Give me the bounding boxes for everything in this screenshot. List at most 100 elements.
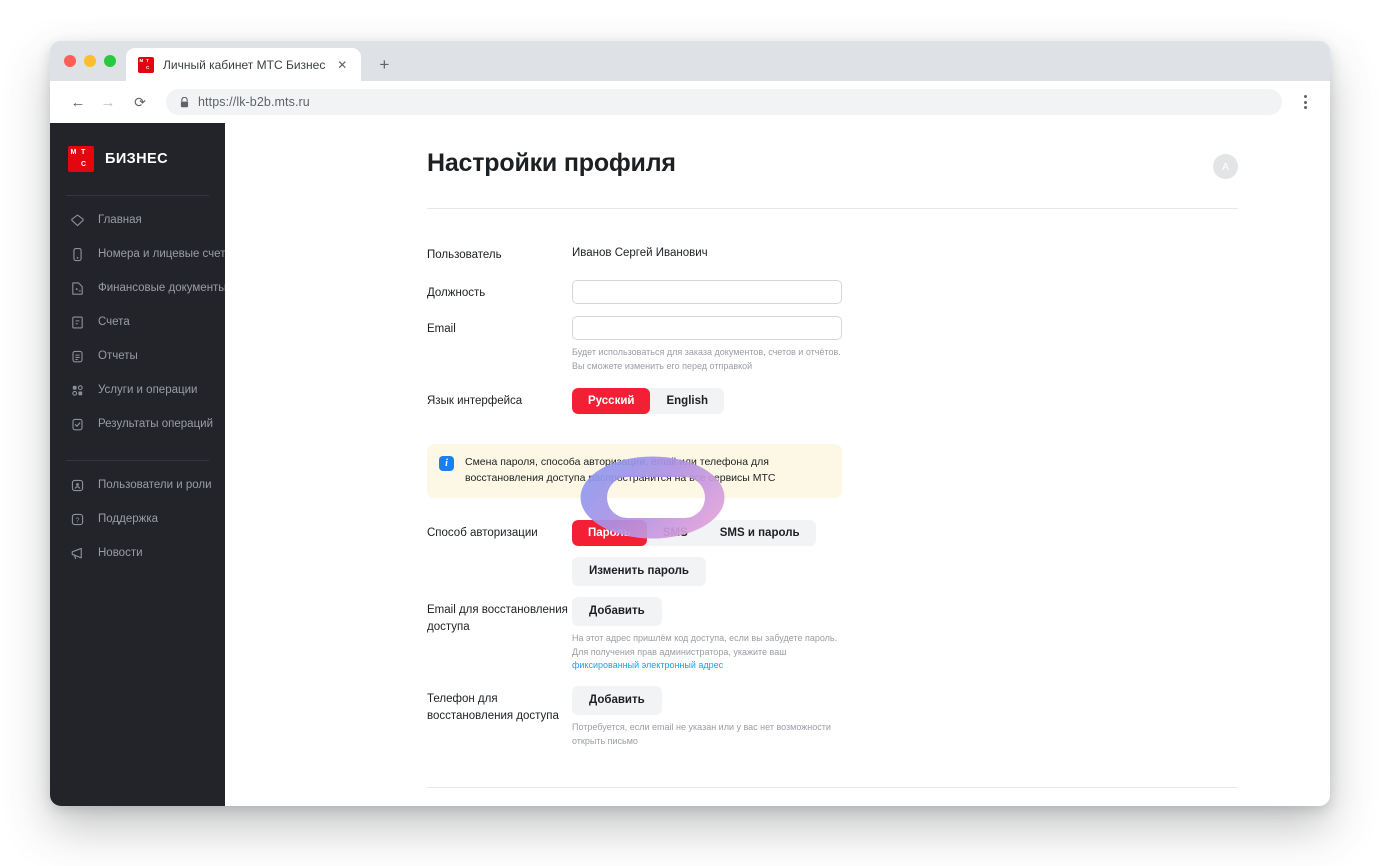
auth-option-password[interactable]: Пароль xyxy=(572,520,647,547)
back-icon[interactable]: ← xyxy=(64,88,92,116)
browser-window: М Т С Личный кабинет МТС Бизнес ✕ + ← → … xyxy=(50,41,1330,806)
document-icon xyxy=(69,280,85,296)
form-row-user: Пользователь Иванов Сергей Иванович xyxy=(427,242,1224,264)
browser-toolbar: ← → ⟳ https://lk-b2b.mts.ru xyxy=(50,81,1330,123)
sidebar-item-label: Поддержка xyxy=(98,513,158,525)
fixed-email-link[interactable]: фиксированный электронный адрес xyxy=(572,660,723,670)
form-row-email: Email Будет использоваться для заказа до… xyxy=(427,316,1224,374)
tab-strip: М Т С Личный кабинет МТС Бизнес ✕ + xyxy=(50,41,1330,81)
security-form: Способ авторизации Пароль SMS SMS и паро… xyxy=(257,498,1224,749)
report-icon xyxy=(69,348,85,364)
form-row-language: Язык интерфейса Русский English xyxy=(427,388,1224,415)
kebab-menu-icon[interactable] xyxy=(1292,89,1318,115)
auth-method-segmented-control: Пароль SMS SMS и пароль xyxy=(572,520,816,547)
megaphone-icon xyxy=(69,545,85,561)
user-value: Иванов Сергей Иванович xyxy=(572,242,1224,259)
add-recovery-phone-button[interactable]: Добавить xyxy=(572,686,662,715)
change-password-button[interactable]: Изменить пароль xyxy=(572,557,706,586)
form-row-recovery-phone: Телефон для восстановления доступа Добав… xyxy=(427,686,1224,749)
home-icon xyxy=(69,212,85,228)
profile-form: Пользователь Иванов Сергей Иванович Долж… xyxy=(257,209,1224,414)
email-input[interactable] xyxy=(572,316,842,340)
avatar[interactable]: A xyxy=(1213,154,1238,179)
sidebar: М Т С БИЗНЕС Главная xyxy=(50,123,225,806)
svg-text:?: ? xyxy=(75,517,79,524)
language-segmented-control: Русский English xyxy=(572,388,724,415)
sidebar-item-services-operations[interactable]: Услуги и операции xyxy=(50,373,225,407)
invoice-icon xyxy=(69,314,85,330)
sidebar-item-reports[interactable]: Отчеты xyxy=(50,339,225,373)
mts-logo-icon: М Т С xyxy=(68,146,94,172)
sidebar-item-numbers-accounts[interactable]: Номера и лицевые счета xyxy=(50,237,225,271)
sidebar-item-label: Услуги и операции xyxy=(98,384,197,396)
page-title: Настройки профиля xyxy=(257,149,676,178)
user-label: Пользователь xyxy=(427,242,572,264)
brand-name: БИЗНЕС xyxy=(105,151,168,167)
grid-icon xyxy=(69,382,85,398)
info-banner: i Смена пароля, способа авторизации, ema… xyxy=(427,444,842,498)
recovery-email-hint: На этот адрес пришлём код доступа, если … xyxy=(572,632,854,674)
sidebar-item-support[interactable]: ? Поддержка xyxy=(50,502,225,536)
info-banner-text: Смена пароля, способа авторизации, email… xyxy=(465,455,828,487)
forward-icon[interactable]: → xyxy=(94,88,122,116)
reload-icon[interactable]: ⟳ xyxy=(126,88,154,116)
auth-method-label: Способ авторизации xyxy=(427,520,572,542)
sidebar-item-label: Новости xyxy=(98,547,143,559)
position-label: Должность xyxy=(427,280,572,302)
sidebar-item-operation-results[interactable]: Результаты операций xyxy=(50,407,225,441)
language-option-english[interactable]: English xyxy=(650,388,724,415)
close-window-button[interactable] xyxy=(64,55,76,67)
form-row-auth-method: Способ авторизации Пароль SMS SMS и паро… xyxy=(427,520,1224,547)
window-traffic-lights xyxy=(62,41,126,81)
language-option-russian[interactable]: Русский xyxy=(572,388,650,415)
recovery-email-hint-text: На этот адрес пришлём код доступа, если … xyxy=(572,633,837,657)
add-recovery-email-button[interactable]: Добавить xyxy=(572,597,662,626)
form-row-position: Должность xyxy=(427,280,1224,304)
email-label: Email xyxy=(427,316,572,338)
sidebar-item-label: Пользователи и роли xyxy=(98,479,212,491)
recovery-email-label: Email для восстановления доступа xyxy=(427,597,572,635)
sidebar-item-financial-documents[interactable]: Финансовые документы xyxy=(50,271,225,305)
phone-icon xyxy=(69,246,85,262)
sidebar-item-users-roles[interactable]: Пользователи и роли xyxy=(50,468,225,502)
page-header: Настройки профиля A xyxy=(257,149,1224,179)
help-icon: ? xyxy=(69,511,85,527)
sidebar-item-news[interactable]: Новости xyxy=(50,536,225,570)
recovery-phone-label: Телефон для восстановления доступа xyxy=(427,686,572,724)
sidebar-item-label: Финансовые документы xyxy=(98,282,227,294)
maximize-window-button[interactable] xyxy=(104,55,116,67)
lock-icon xyxy=(180,97,189,108)
address-bar[interactable]: https://lk-b2b.mts.ru xyxy=(166,89,1282,115)
sidebar-item-label: Номера и лицевые счета xyxy=(98,248,232,260)
sidebar-item-label: Счета xyxy=(98,316,130,328)
mts-favicon-icon: М Т С xyxy=(138,57,154,73)
form-row-recovery-email: Email для восстановления доступа Добавит… xyxy=(427,597,1224,673)
minimize-window-button[interactable] xyxy=(84,55,96,67)
auth-option-sms-password[interactable]: SMS и пароль xyxy=(704,520,816,547)
position-input[interactable] xyxy=(572,280,842,304)
recovery-phone-hint: Потребуется, если email не указан или у … xyxy=(572,721,854,749)
sidebar-secondary-group: Пользователи и роли ? Поддержка Новости xyxy=(50,461,225,570)
info-icon: i xyxy=(439,456,454,471)
sidebar-item-home[interactable]: Главная xyxy=(50,203,225,237)
form-actions: Отменить Сохранить xyxy=(257,788,1238,806)
email-hint: Будет использоваться для заказа документ… xyxy=(572,346,854,374)
sidebar-primary-group: Главная Номера и лицевые счета Финансовы… xyxy=(50,196,225,441)
new-tab-button[interactable]: + xyxy=(370,50,398,78)
users-icon xyxy=(69,477,85,493)
close-tab-icon[interactable]: ✕ xyxy=(334,57,350,73)
page-viewport: М Т С БИЗНЕС Главная xyxy=(50,123,1330,806)
check-clipboard-icon xyxy=(69,416,85,432)
brand-logo[interactable]: М Т С БИЗНЕС xyxy=(50,142,225,176)
sidebar-item-label: Главная xyxy=(98,214,142,226)
main-content: Настройки профиля A Пользователь Иванов … xyxy=(225,123,1330,806)
form-row-change-password: Изменить пароль xyxy=(427,557,1224,586)
tab-title: Личный кабинет МТС Бизнес xyxy=(163,58,325,72)
sidebar-item-invoices[interactable]: Счета xyxy=(50,305,225,339)
auth-option-sms[interactable]: SMS xyxy=(647,520,704,547)
sidebar-item-label: Результаты операций xyxy=(98,418,213,430)
sidebar-item-label: Отчеты xyxy=(98,350,138,362)
browser-tab[interactable]: М Т С Личный кабинет МТС Бизнес ✕ xyxy=(126,48,361,81)
address-bar-url: https://lk-b2b.mts.ru xyxy=(198,95,310,109)
language-label: Язык интерфейса xyxy=(427,388,572,410)
